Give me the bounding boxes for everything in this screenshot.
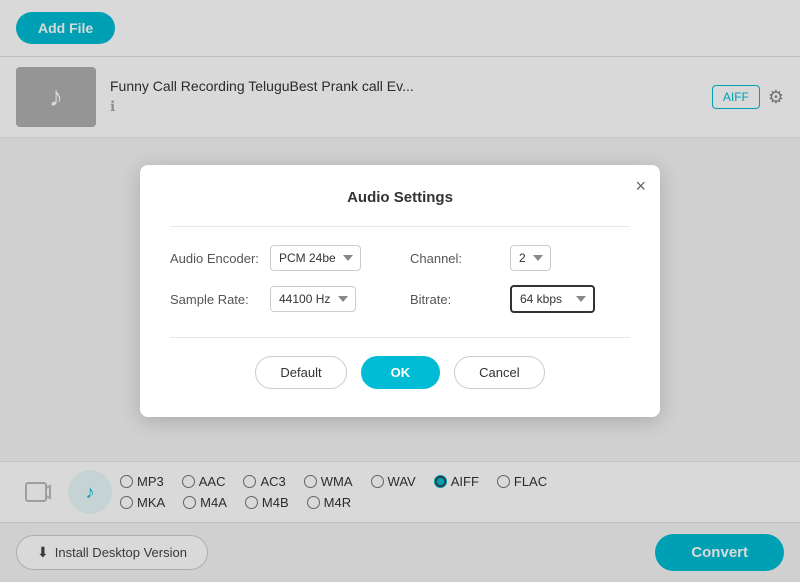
bitrate-row: Bitrate: 64 kbps 128 kbps 192 kbps 256 k… [410, 285, 630, 313]
overlay: × Audio Settings Audio Encoder: PCM 24be… [0, 0, 800, 582]
default-button[interactable]: Default [255, 356, 346, 389]
cancel-button[interactable]: Cancel [454, 356, 544, 389]
audio-settings-dialog: × Audio Settings Audio Encoder: PCM 24be… [140, 165, 660, 417]
dialog-bottom-divider [170, 337, 630, 338]
sample-rate-row: Sample Rate: 44100 Hz 22050 Hz 48000 Hz [170, 285, 390, 313]
channel-row: Channel: 1 2 4 [410, 245, 630, 271]
channel-select[interactable]: 1 2 4 [510, 245, 551, 271]
channel-label: Channel: [410, 251, 500, 266]
encoder-select[interactable]: PCM 24be PCM 16be PCM 32be [270, 245, 361, 271]
sample-rate-select[interactable]: 44100 Hz 22050 Hz 48000 Hz [270, 286, 356, 312]
sample-rate-label: Sample Rate: [170, 292, 260, 307]
bitrate-label: Bitrate: [410, 292, 500, 307]
ok-button[interactable]: OK [361, 356, 441, 389]
encoder-row: Audio Encoder: PCM 24be PCM 16be PCM 32b… [170, 245, 390, 271]
dialog-title: Audio Settings [170, 189, 630, 206]
dialog-divider [170, 226, 630, 227]
encoder-label: Audio Encoder: [170, 251, 260, 266]
form-grid: Audio Encoder: PCM 24be PCM 16be PCM 32b… [170, 245, 630, 313]
dialog-actions: Default OK Cancel [170, 356, 630, 389]
bitrate-select[interactable]: 64 kbps 128 kbps 192 kbps 256 kbps 320 k… [510, 285, 595, 313]
dialog-close-button[interactable]: × [635, 177, 646, 195]
